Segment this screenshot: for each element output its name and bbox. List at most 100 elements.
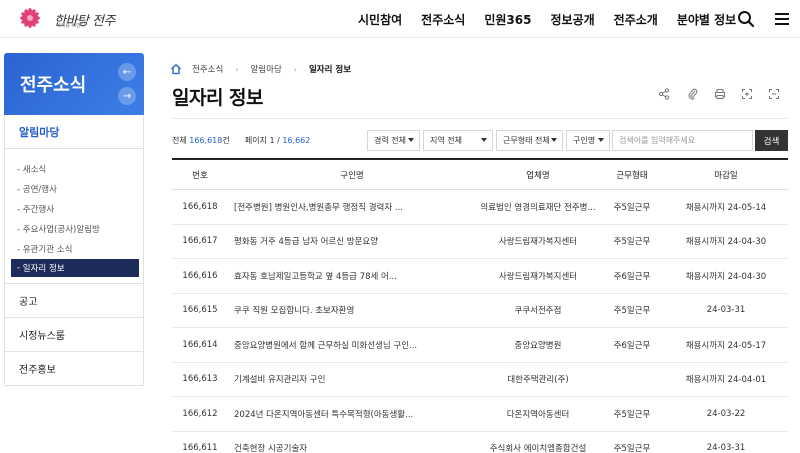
flower-logo-icon — [20, 8, 40, 28]
breadcrumb-item[interactable]: 전주소식 — [192, 63, 223, 75]
row-title-link[interactable]: 평화동 거주 4등급 남자 어르신 방문요양 — [228, 235, 476, 247]
row-deadline: 24-03-31 — [706, 305, 746, 316]
zoom-out-icon[interactable] — [764, 84, 784, 104]
caret-down-icon — [598, 138, 604, 142]
caret-down-icon — [481, 138, 487, 142]
column-header-worktype: 근무형태 — [616, 170, 648, 181]
row-title-link[interactable]: [전주병원] 병원인사,병원총무 행정직 경력자 ... — [228, 201, 476, 213]
site-header: 한바탕 전주 세계를 비빈다 시민참여 전주소식 민원365 정보공개 전주소개… — [0, 0, 800, 38]
search-button[interactable]: 검색 — [755, 130, 788, 151]
table-row[interactable]: 166,617 평화동 거주 4등급 남자 어르신 방문요양 사랑드림재가복지센… — [172, 225, 788, 259]
row-number: 166,617 — [182, 236, 218, 247]
row-title-link[interactable]: 중앙요양병원에서 함께 근무하실 미화선생님 구인... — [228, 339, 476, 351]
row-deadline: 채용시까지 24-04-30 — [685, 237, 767, 248]
share-icon[interactable] — [654, 84, 674, 104]
column-header-title: 구인명 — [340, 170, 364, 181]
table-row[interactable]: 166,618 [전주병원] 병원인사,병원총무 행정직 경력자 ... 의료법… — [172, 190, 788, 225]
row-number: 166,613 — [182, 374, 218, 385]
nav-item-fields[interactable]: 분야별 정보 — [677, 11, 736, 28]
row-company: 다온지역아동센터 — [506, 409, 570, 420]
nav-item-citizen[interactable]: 시민참여 — [358, 11, 402, 28]
breadcrumb-item[interactable]: 알림마당 — [250, 63, 281, 75]
breadcrumb: 전주소식 › 알림마당 › 일자리 정보 — [170, 62, 351, 76]
table-row[interactable]: 166,613 기계설비 유지관리자 구인 대한주택관리(주) 채용시까지 24… — [172, 363, 788, 397]
table-row[interactable]: 166,614 중앙요양병원에서 함께 근무하실 미화선생님 구인... 중앙요… — [172, 328, 788, 363]
sidebar-item-newsroom[interactable]: 시정뉴스룸 — [4, 318, 144, 352]
submenu-item-weekly[interactable]: - 주간행사 — [5, 199, 143, 219]
table-row[interactable]: 166,616 효자동 호남제일고등학교 옆 4등급 78세 어... 사랑드림… — [172, 259, 788, 294]
row-worktype: 주5일근무 — [613, 237, 651, 248]
nav-item-news[interactable]: 전주소식 — [421, 11, 465, 28]
caret-down-icon — [551, 138, 557, 142]
row-title-link[interactable]: 건축현장 시공기술자 — [228, 442, 476, 453]
row-company: 사랑드림재가복지센터 — [498, 271, 578, 282]
row-number: 166,612 — [182, 408, 218, 419]
arrow-right-icon[interactable]: → — [118, 87, 136, 105]
home-icon[interactable] — [170, 63, 182, 75]
row-worktype: 주5일근무 — [613, 409, 651, 420]
row-number: 166,616 — [182, 270, 218, 281]
page-total: 16,662 — [282, 136, 311, 145]
page-title: 일자리 정보 — [172, 87, 264, 109]
table-header: 번호 구인명 업체명 근무형태 마감일 — [172, 158, 788, 190]
row-deadline: 24-03-22 — [706, 408, 746, 419]
row-worktype: 주6일근무 — [613, 340, 651, 351]
submenu-item-agencies[interactable]: - 유관기관 소식 — [5, 239, 143, 259]
sidebar-item-announcement[interactable]: 공고 — [4, 284, 144, 318]
nav-item-about[interactable]: 전주소개 — [614, 11, 658, 28]
row-number: 166,615 — [182, 305, 218, 316]
row-company: 사랑드림재가복지센터 — [498, 237, 578, 248]
row-worktype: 주5일근무 — [613, 444, 651, 453]
row-title-link[interactable]: 쿠쿠 직원 모집합니다. 초보자환영 — [228, 304, 476, 316]
menu-icon[interactable] — [773, 10, 791, 28]
row-title-link[interactable]: 기계설비 유지관리자 구인 — [228, 373, 476, 385]
row-deadline: 24-03-31 — [706, 443, 746, 453]
row-title-link[interactable]: 효자동 호남제일고등학교 옆 4등급 78세 어... — [228, 270, 476, 282]
submenu-item-jobs[interactable]: - 일자리 정보 — [11, 259, 139, 277]
submenu-item-events[interactable]: - 공연/행사 — [5, 179, 143, 199]
column-header-number: 번호 — [192, 170, 208, 181]
nav-item-civil365[interactable]: 민원365 — [484, 11, 531, 28]
attachment-icon[interactable] — [683, 84, 703, 104]
row-worktype: 주5일근무 — [613, 202, 651, 213]
print-icon[interactable] — [710, 84, 730, 104]
table-row[interactable]: 166,611 건축현장 시공기술자 주식회사 에이치엠종합건설 주5일근무 2… — [172, 432, 788, 453]
arrow-left-icon[interactable]: ← — [118, 63, 136, 81]
result-info: 전체 166,618건 페이지 1 / 16,662 — [172, 136, 311, 145]
row-deadline: 채용시까지 24-04-30 — [685, 271, 767, 282]
worktype-filter-select[interactable]: 근무형태 전체 — [496, 130, 563, 151]
row-company: 쿠쿠서전주점 — [514, 306, 562, 317]
row-company: 주식회사 에이치엠종합건설 — [489, 444, 587, 453]
career-filter-select[interactable]: 경력 전체 — [367, 130, 420, 151]
row-deadline: 채용시까지 24-04-01 — [685, 375, 767, 386]
row-company: 중앙요양병원 — [514, 340, 562, 351]
site-logo[interactable]: 한바탕 전주 — [10, 4, 115, 34]
sidebar-item-notice-board[interactable]: 알림마당 — [4, 115, 144, 149]
sidebar-title: 전주소식 — [20, 75, 87, 96]
table-row[interactable]: 166,615 쿠쿠 직원 모집합니다. 초보자환영 쿠쿠서전주점 주5일근무 … — [172, 294, 788, 328]
row-company: 대한주택관리(주) — [507, 375, 569, 386]
sidebar-item-promotion[interactable]: 전주홍보 — [4, 352, 144, 386]
row-number: 166,614 — [182, 339, 218, 350]
search-icon[interactable] — [737, 10, 755, 28]
submenu-item-projects[interactable]: - 주요사업(공사)알림방 — [5, 219, 143, 239]
jobs-table: 번호 구인명 업체명 근무형태 마감일 166,618 [전주병원] 병원인사,… — [172, 158, 788, 453]
search-input[interactable]: 검색어를 입력해주세요 — [612, 130, 753, 151]
submenu-item-news[interactable]: - 새소식 — [5, 159, 143, 179]
region-filter-select[interactable]: 지역 전체 — [423, 130, 493, 151]
row-number: 166,618 — [182, 201, 218, 212]
sidebar: 전주소식 ← → 알림마당 - 새소식 - 공연/행사 - 주간행사 - 주요사… — [4, 53, 144, 386]
breadcrumb-current: 일자리 정보 — [308, 65, 352, 75]
search-field-select[interactable]: 구인명 — [566, 130, 610, 151]
row-number: 166,611 — [182, 443, 218, 453]
zoom-in-icon[interactable] — [737, 84, 757, 104]
nav-item-info-disclosure[interactable]: 정보공개 — [550, 11, 594, 28]
row-title-link[interactable]: 2024년 다온지역아동센터 특수목적형(아동생활... — [228, 408, 476, 420]
caret-down-icon — [408, 138, 414, 142]
global-nav: 시민참여 전주소식 민원365 정보공개 전주소개 분야별 정보 — [358, 0, 755, 38]
row-worktype: 주6일근무 — [613, 271, 651, 282]
table-row[interactable]: 166,612 2024년 다온지역아동센터 특수목적형(아동생활... 다온지… — [172, 397, 788, 432]
row-deadline: 채용시까지 24-05-14 — [685, 202, 767, 213]
row-company: 의료법인 영경의료재단 전주병... — [480, 202, 596, 213]
chevron-right-icon: › — [293, 64, 297, 74]
